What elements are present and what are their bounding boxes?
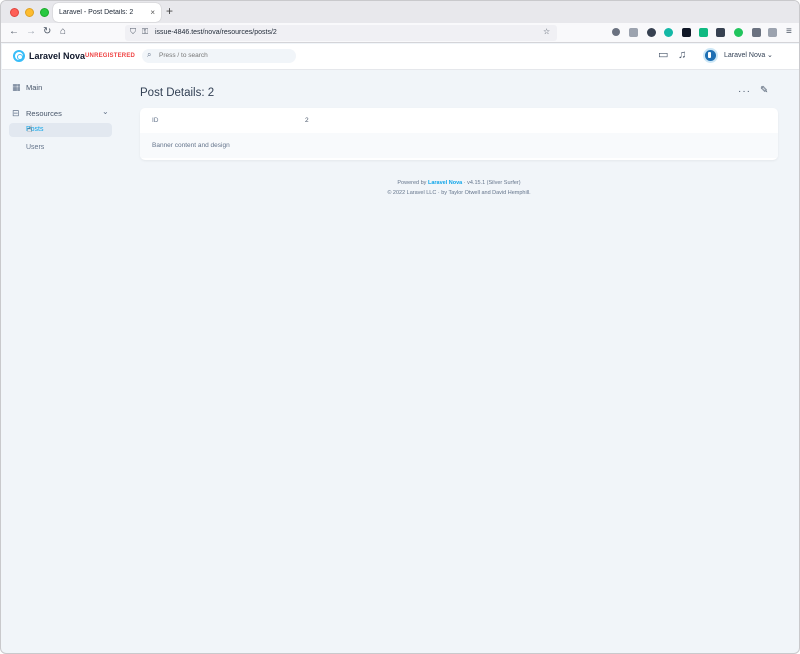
sidebar-item-main[interactable]: Main bbox=[26, 83, 42, 92]
search-icon: ⌕ bbox=[147, 50, 152, 59]
nova-header: Laravel Nova UNREGISTERED ⌕ ▭ ♫ Laravel … bbox=[2, 44, 799, 70]
extension-c-icon[interactable] bbox=[647, 28, 656, 37]
search-input[interactable] bbox=[159, 52, 289, 59]
powered-by: Powered by Laravel Nova · v4.15.1 (Silve… bbox=[140, 178, 778, 188]
monitor-icon[interactable]: ▭ bbox=[658, 50, 668, 61]
url-text: issue-4846.test/nova/resources/posts/2 bbox=[155, 29, 277, 36]
vue-devtools-icon[interactable] bbox=[699, 28, 708, 37]
copyright: © 2022 Laravel LLC · by Taylor Otwell an… bbox=[387, 190, 531, 196]
field-label: ID bbox=[152, 117, 159, 124]
field-row: Banner content and design bbox=[140, 133, 778, 158]
global-search[interactable]: ⌕ bbox=[142, 49, 296, 63]
forward-arrow-icon[interactable]: → bbox=[26, 27, 36, 37]
menu-icon[interactable]: ≡ bbox=[786, 27, 792, 37]
nova-link[interactable]: Laravel Nova bbox=[428, 180, 462, 186]
user-name[interactable]: Laravel Nova bbox=[724, 52, 765, 59]
tab-close-icon[interactable]: × bbox=[150, 8, 155, 17]
version-text: · v4.15.1 (Silver Surfer) bbox=[462, 180, 521, 186]
browser-window: Laravel - Post Details: 2 × + ← → ↻ ⌂ ⛉ … bbox=[0, 0, 800, 654]
lock-icon[interactable]: ⚿ bbox=[142, 28, 148, 36]
home-icon[interactable]: ⌂ bbox=[60, 27, 66, 37]
detail-card: ID 2 Banner content and design bbox=[140, 108, 778, 160]
close-window-button[interactable] bbox=[10, 7, 19, 17]
shield-icon[interactable]: ⛉ bbox=[130, 28, 136, 36]
reload-icon[interactable]: ↻ bbox=[43, 27, 51, 37]
extension-dark-icon[interactable] bbox=[682, 28, 691, 37]
maximize-window-button[interactable] bbox=[40, 7, 49, 17]
grid-icon: ▦ bbox=[12, 82, 21, 92]
hand-cursor-icon: ☝ bbox=[27, 124, 33, 134]
notifications-bell-icon[interactable]: ♫ bbox=[678, 50, 686, 61]
user-avatar[interactable] bbox=[703, 48, 718, 63]
back-arrow-icon[interactable]: ← bbox=[9, 27, 19, 37]
nova-logo-icon[interactable] bbox=[13, 50, 25, 62]
more-actions-icon[interactable]: ··· bbox=[738, 87, 751, 97]
sidebar-item-resources[interactable]: Resources bbox=[26, 109, 62, 118]
brand-name[interactable]: Laravel Nova bbox=[29, 51, 85, 61]
unregistered-badge: UNREGISTERED bbox=[85, 53, 136, 59]
extension-green-icon[interactable] bbox=[734, 28, 743, 37]
extension-gray-icon[interactable] bbox=[752, 28, 761, 37]
sidebar: ▦ Main ⊟ Resources ⌄ Posts Users bbox=[2, 71, 120, 653]
minimize-window-button[interactable] bbox=[25, 7, 34, 17]
pocket-icon[interactable] bbox=[612, 28, 620, 36]
tab-title: Laravel - Post Details: 2 bbox=[59, 9, 134, 16]
footer: Powered by Laravel Nova · v4.15.1 (Silve… bbox=[140, 178, 778, 198]
field-row: ID 2 bbox=[140, 108, 778, 133]
tab-strip: Laravel - Post Details: 2 × + bbox=[1, 1, 799, 23]
field-label: Banner content and design bbox=[152, 142, 230, 149]
new-tab-button[interactable]: + bbox=[166, 5, 173, 17]
extension-dark2-icon[interactable] bbox=[716, 28, 725, 37]
page-title: Post Details: 2 bbox=[140, 87, 215, 99]
bookmark-star-icon[interactable]: ☆ bbox=[543, 28, 550, 36]
extension-teal-icon[interactable] bbox=[664, 28, 673, 37]
sidebar-item-users[interactable]: Users bbox=[26, 144, 44, 151]
extension-screen-icon[interactable] bbox=[768, 28, 777, 37]
chevron-down-icon[interactable]: ⌄ bbox=[767, 51, 773, 59]
powered-prefix: Powered by bbox=[397, 180, 428, 186]
browser-tab[interactable]: Laravel - Post Details: 2 × bbox=[53, 3, 161, 22]
reader-view-icon[interactable] bbox=[629, 28, 638, 37]
browser-toolbar: ← → ↻ ⌂ ⛉ ⚿ issue-4846.test/nova/resourc… bbox=[1, 23, 799, 43]
edit-icon[interactable]: ✎ bbox=[760, 86, 768, 96]
field-value: 2 bbox=[305, 117, 309, 124]
archive-icon: ⊟ bbox=[12, 108, 20, 118]
address-bar[interactable]: ⛉ ⚿ issue-4846.test/nova/resources/posts… bbox=[125, 25, 557, 41]
window-controls bbox=[10, 7, 49, 17]
sidebar-item-posts[interactable] bbox=[9, 123, 112, 137]
chevron-down-icon[interactable]: ⌄ bbox=[102, 108, 109, 116]
